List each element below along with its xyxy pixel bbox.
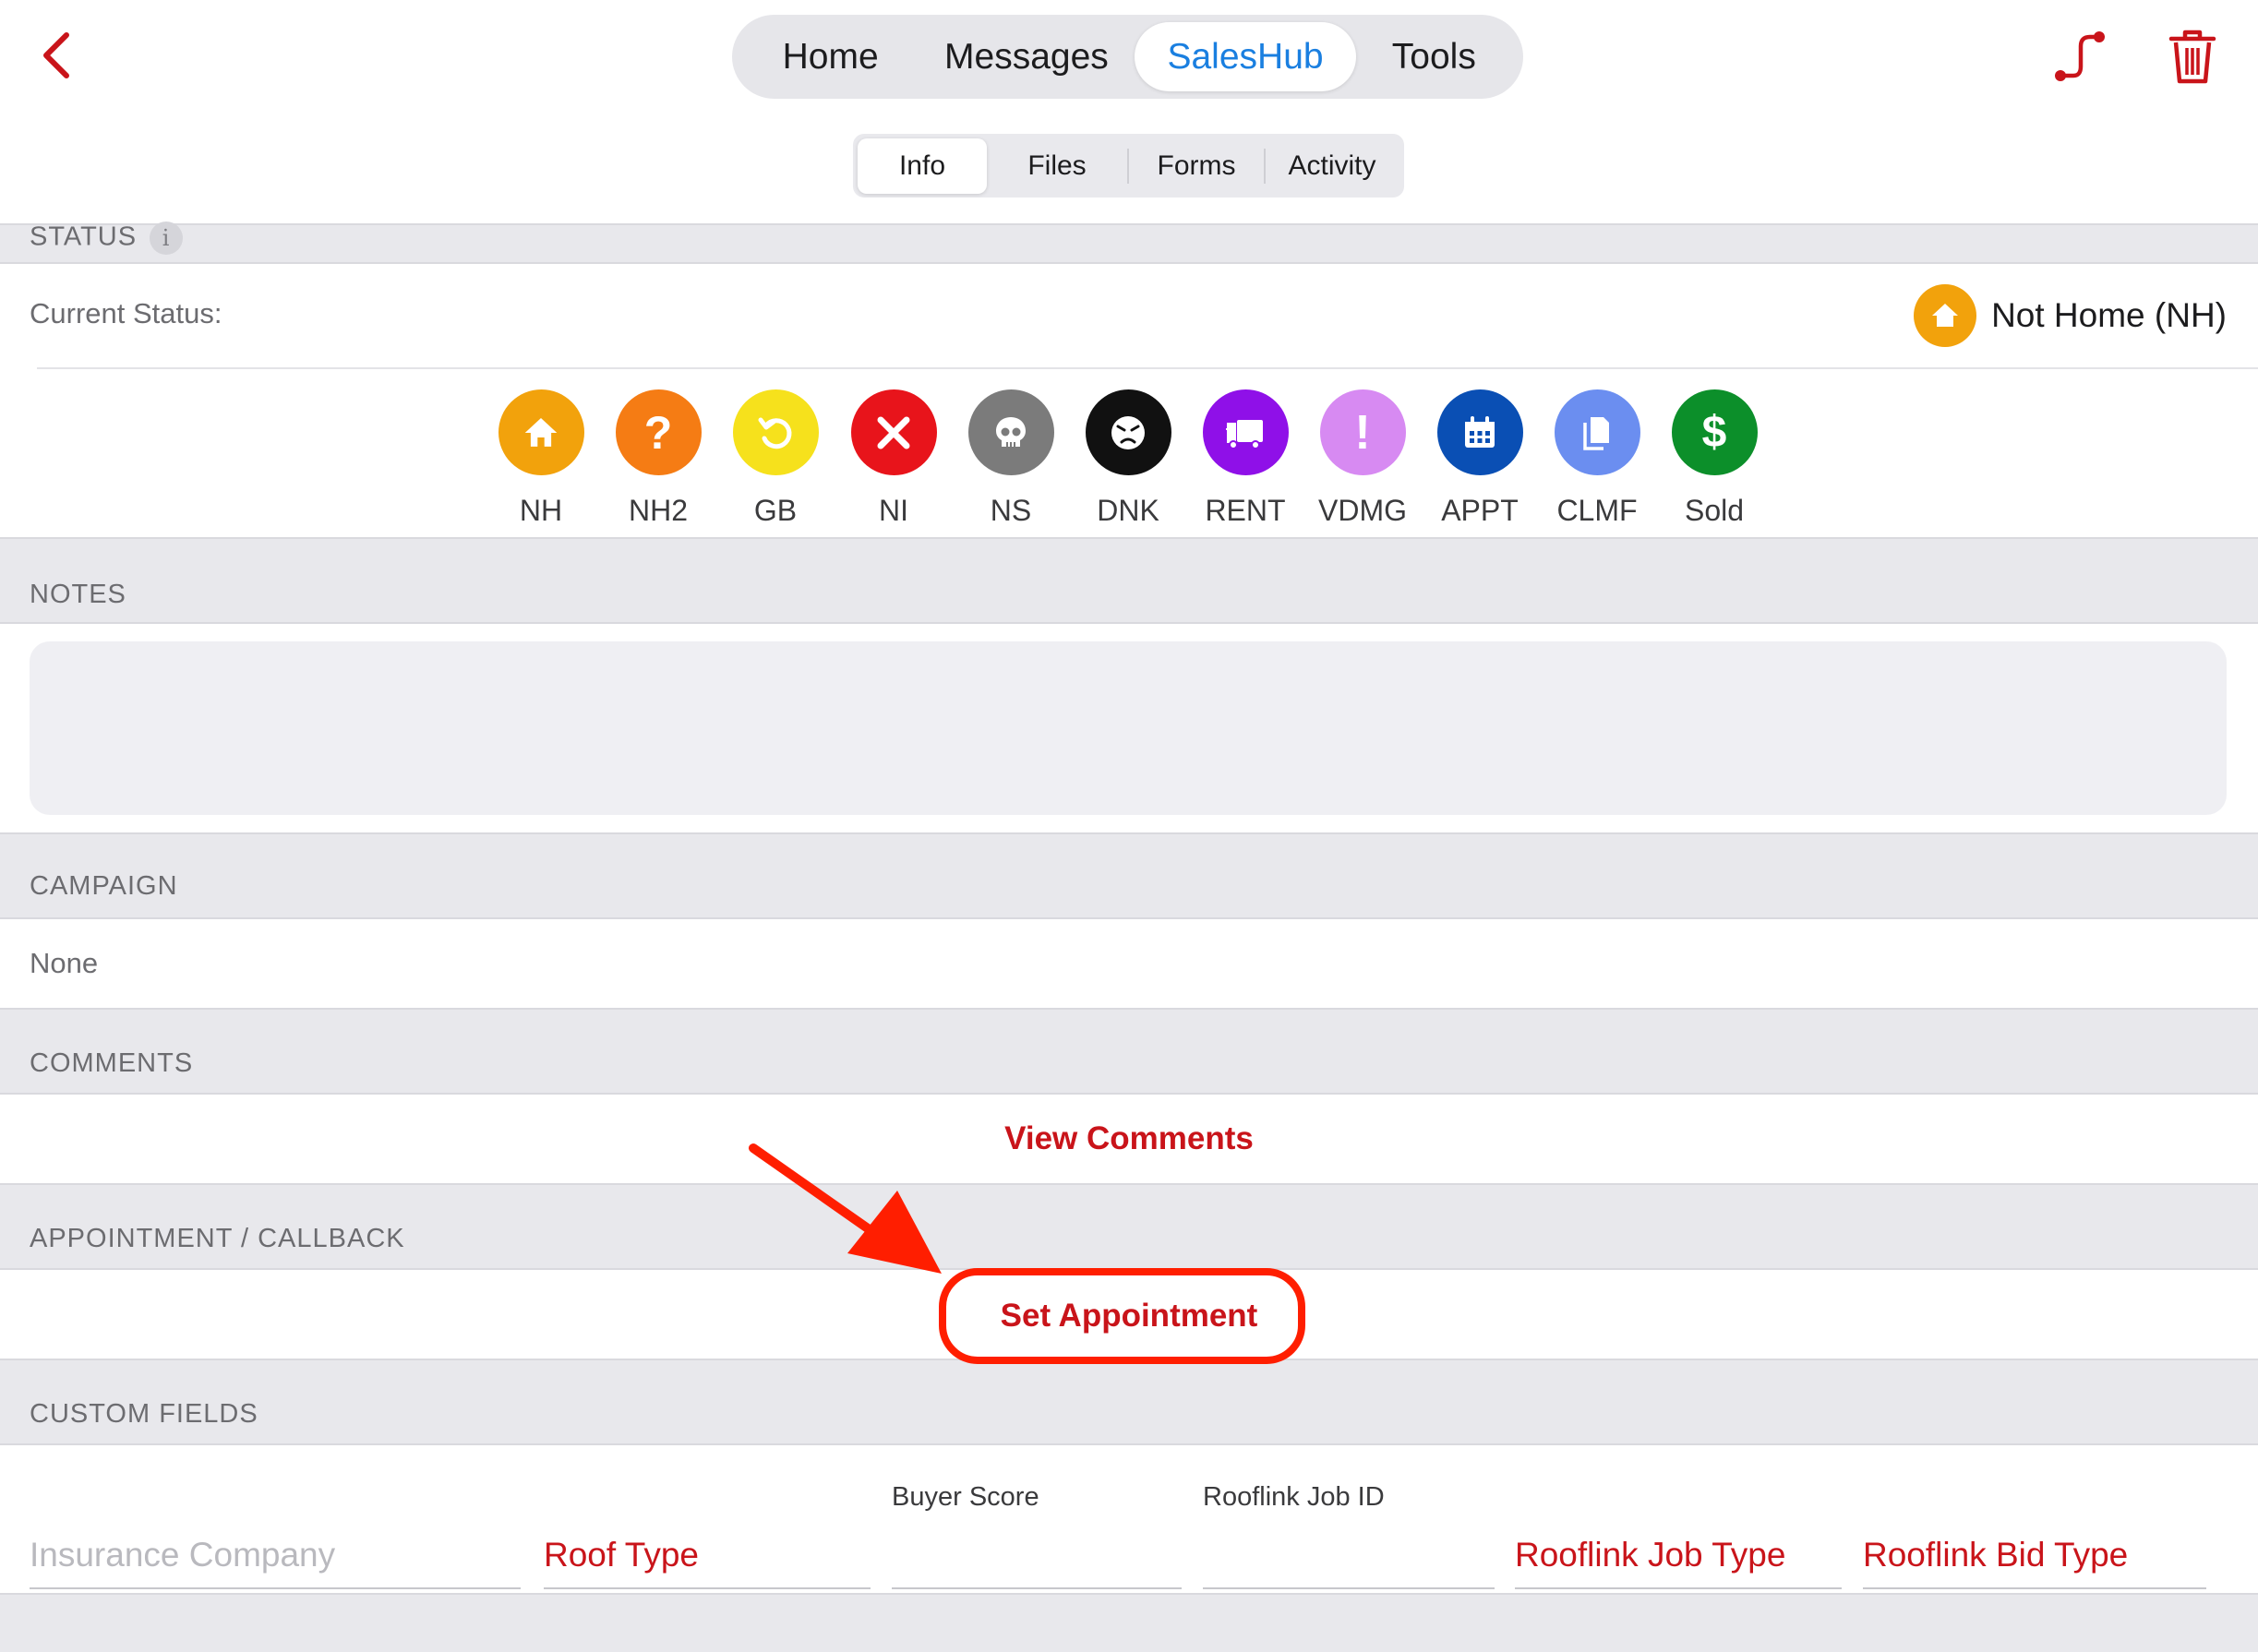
- refresh-icon: [758, 417, 792, 449]
- current-status-value[interactable]: Not Home (NH): [1914, 284, 2227, 347]
- status-circle: [1085, 389, 1171, 475]
- status-option-label: Sold: [1684, 494, 1745, 527]
- campaign-value: None: [30, 947, 99, 979]
- calendar-icon: [1465, 415, 1495, 448]
- status-circle: [850, 389, 937, 475]
- appointment-section-header: APPOINTMENT / CALLBACK: [0, 1183, 2258, 1270]
- status-option-gb[interactable]: GB: [729, 389, 822, 528]
- status-section-label: STATUS: [30, 221, 138, 252]
- comments-row: View Comments: [0, 1095, 2258, 1183]
- home-icon: [524, 417, 558, 447]
- current-status-badge: [1914, 284, 1977, 347]
- custom-fields-section-label: CUSTOM FIELDS: [30, 1399, 258, 1429]
- status-option-ni[interactable]: NI: [847, 389, 940, 528]
- status-divider: [37, 367, 2258, 369]
- campaign-section-header: CAMPAIGN: [0, 832, 2258, 919]
- current-status-label: Current Status:: [30, 297, 222, 329]
- current-status-text: Not Home (NH): [1991, 296, 2227, 334]
- status-option-nh[interactable]: NH: [495, 389, 587, 528]
- bottom-section-background: [0, 1593, 2258, 1652]
- status-circle: [732, 389, 819, 475]
- status-option-ns[interactable]: NS: [965, 389, 1057, 528]
- subtab-forms[interactable]: Forms: [1129, 138, 1264, 194]
- status-option-dnk[interactable]: DNK: [1082, 389, 1174, 528]
- notes-section-header: NOTES: [0, 537, 2258, 624]
- appointment-section-label: APPOINTMENT / CALLBACK: [30, 1224, 405, 1253]
- status-option-label: NH2: [628, 494, 688, 527]
- main-nav-segmented-control: Home Messages SalesHub Tools: [732, 15, 1523, 99]
- roof-type-value: Roof Type: [544, 1536, 699, 1574]
- truck-icon: [1226, 419, 1263, 449]
- status-option-rent[interactable]: RENT: [1199, 389, 1291, 528]
- subtab-files[interactable]: Files: [987, 138, 1127, 194]
- notes-textarea[interactable]: [30, 641, 2227, 815]
- status-option-label: NS: [990, 494, 1032, 527]
- status-option-appt[interactable]: APPT: [1434, 389, 1526, 528]
- rooflink-job-id-field[interactable]: [1203, 1504, 1495, 1589]
- buyer-score-field[interactable]: [892, 1504, 1182, 1589]
- comments-section-header: COMMENTS: [0, 1008, 2258, 1095]
- status-option-label: NH: [519, 494, 563, 527]
- status-option-vdmg[interactable]: ! VDMG: [1316, 389, 1409, 528]
- rooflink-bid-type-field[interactable]: Rooflink Bid Type: [1863, 1504, 2206, 1589]
- rooflink-bid-type-value: Rooflink Bid Type: [1863, 1536, 2129, 1574]
- view-comments-button[interactable]: View Comments: [1004, 1120, 1254, 1156]
- trash-icon: [2168, 30, 2216, 84]
- status-panel: Current Status: Not Home (NH) NH ? NH2 G…: [0, 264, 2258, 537]
- status-option-clmf[interactable]: CLMF: [1551, 389, 1643, 528]
- status-option-label: CLMF: [1556, 494, 1638, 527]
- tab-messages[interactable]: Messages: [918, 22, 1135, 91]
- tab-saleshub[interactable]: SalesHub: [1135, 22, 1356, 91]
- status-option-label: APPT: [1441, 494, 1519, 527]
- question-icon: ?: [643, 406, 673, 459]
- skull-icon: [996, 416, 1026, 447]
- sub-nav-segmented-control: Info Files Forms Activity: [853, 134, 1404, 198]
- campaign-section-label: CAMPAIGN: [30, 871, 178, 901]
- status-circle: [1554, 389, 1640, 475]
- exclamation-icon: !: [1354, 405, 1371, 460]
- chevron-left-icon: [43, 32, 69, 78]
- status-option-nh2[interactable]: ? NH2: [612, 389, 704, 528]
- comments-section-label: COMMENTS: [30, 1048, 194, 1078]
- home-icon: [1932, 304, 1959, 327]
- status-info-icon[interactable]: i: [150, 221, 184, 255]
- route-button[interactable]: [2049, 26, 2110, 87]
- status-circle: $: [1671, 389, 1758, 475]
- status-option-label: RENT: [1205, 494, 1286, 527]
- campaign-row[interactable]: None: [0, 919, 2258, 1008]
- status-option-label: VDMG: [1318, 494, 1407, 527]
- status-circle: !: [1319, 389, 1406, 475]
- custom-fields-section-header: CUSTOM FIELDS: [0, 1359, 2258, 1445]
- tab-home[interactable]: Home: [743, 22, 918, 91]
- angry-face-icon: [1111, 415, 1145, 449]
- rooflink-job-type-value: Rooflink Job Type: [1515, 1536, 1786, 1574]
- status-circle: [967, 389, 1054, 475]
- status-option-label: NI: [879, 494, 908, 527]
- back-button[interactable]: [31, 28, 87, 83]
- top-header: Home Messages SalesHub Tools Info Files …: [0, 0, 2258, 225]
- rooflink-job-type-field[interactable]: Rooflink Job Type: [1515, 1504, 1842, 1589]
- status-circle: [1202, 389, 1289, 475]
- status-section-header: STATUS i: [0, 221, 2258, 264]
- appointment-row: Set Appointment: [0, 1270, 2258, 1359]
- dollar-icon: $: [1701, 408, 1727, 457]
- subtab-info[interactable]: Info: [858, 138, 987, 194]
- document-icon: [1583, 416, 1609, 450]
- status-circle: [1436, 389, 1523, 475]
- status-option-sold[interactable]: $ Sold: [1668, 389, 1760, 528]
- subtab-activity[interactable]: Activity: [1266, 138, 1399, 194]
- route-icon: [2055, 31, 2105, 81]
- notes-section-label: NOTES: [30, 580, 126, 609]
- insurance-company-field[interactable]: Insurance Company: [30, 1504, 521, 1589]
- delete-button[interactable]: [2162, 26, 2223, 87]
- status-circle: [498, 389, 584, 475]
- set-appointment-button[interactable]: Set Appointment: [1001, 1298, 1258, 1334]
- status-circle: ?: [615, 389, 702, 475]
- x-icon: [877, 416, 910, 449]
- tab-tools[interactable]: Tools: [1356, 22, 1512, 91]
- roof-type-field[interactable]: Roof Type: [544, 1504, 871, 1589]
- status-option-label: DNK: [1097, 494, 1159, 527]
- insurance-company-placeholder: Insurance Company: [30, 1536, 336, 1574]
- status-option-label: GB: [753, 494, 798, 527]
